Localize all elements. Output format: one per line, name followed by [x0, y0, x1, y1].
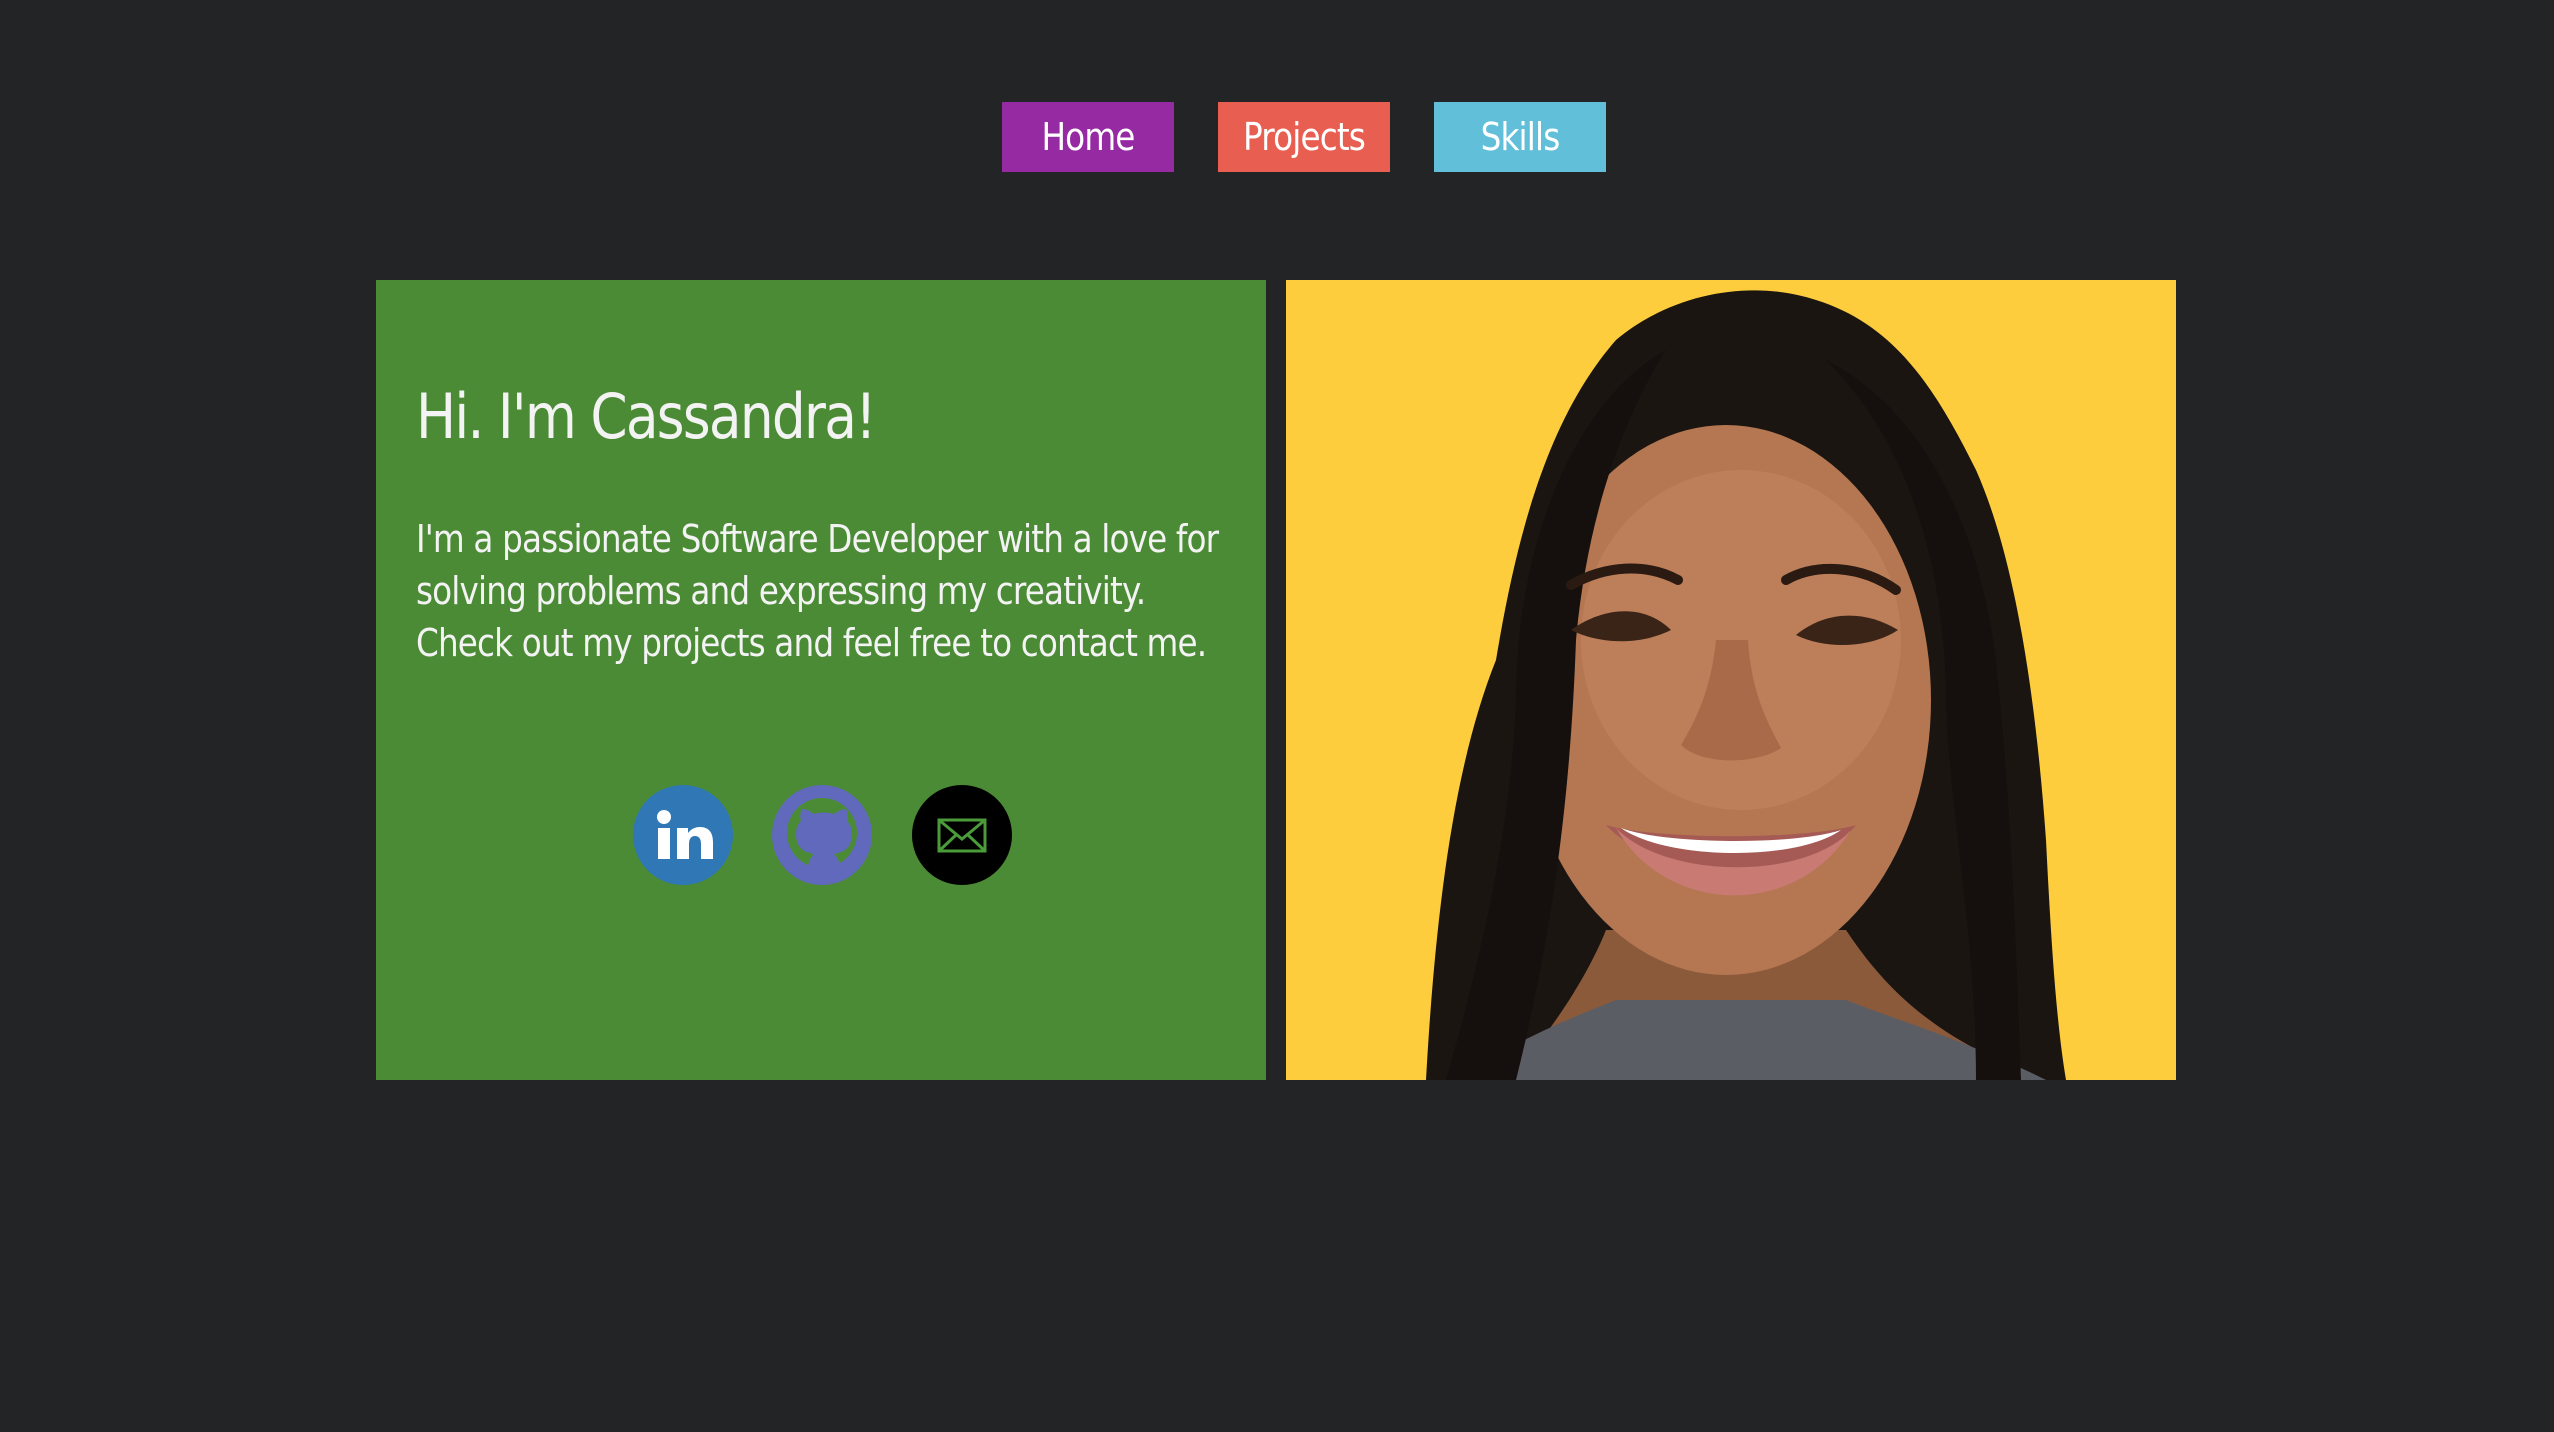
- nav-projects-label: Projects: [1243, 115, 1366, 159]
- linkedin-link[interactable]: [633, 785, 733, 885]
- email-icon: [912, 785, 1012, 885]
- intro-card: Hi. I'm Cassandra! I'm a passionate Soft…: [376, 280, 1266, 1080]
- nav-home-button[interactable]: Home: [1002, 102, 1174, 172]
- nav-home-label: Home: [1041, 115, 1135, 159]
- intro-heading: Hi. I'm Cassandra!: [416, 380, 877, 453]
- github-icon: [772, 785, 872, 885]
- top-nav: Home Projects Skills: [0, 102, 2554, 172]
- profile-photo: [1286, 280, 2176, 1080]
- linkedin-icon: [633, 785, 733, 885]
- social-links: [376, 785, 1266, 885]
- nav-projects-button[interactable]: Projects: [1218, 102, 1390, 172]
- nav-skills-button[interactable]: Skills: [1434, 102, 1606, 172]
- nav-skills-label: Skills: [1480, 115, 1561, 159]
- intro-description: I'm a passionate Software Developer with…: [416, 517, 1219, 665]
- email-link[interactable]: [912, 785, 1012, 885]
- github-link[interactable]: [772, 785, 872, 885]
- profile-photo-image: [1286, 280, 2176, 1080]
